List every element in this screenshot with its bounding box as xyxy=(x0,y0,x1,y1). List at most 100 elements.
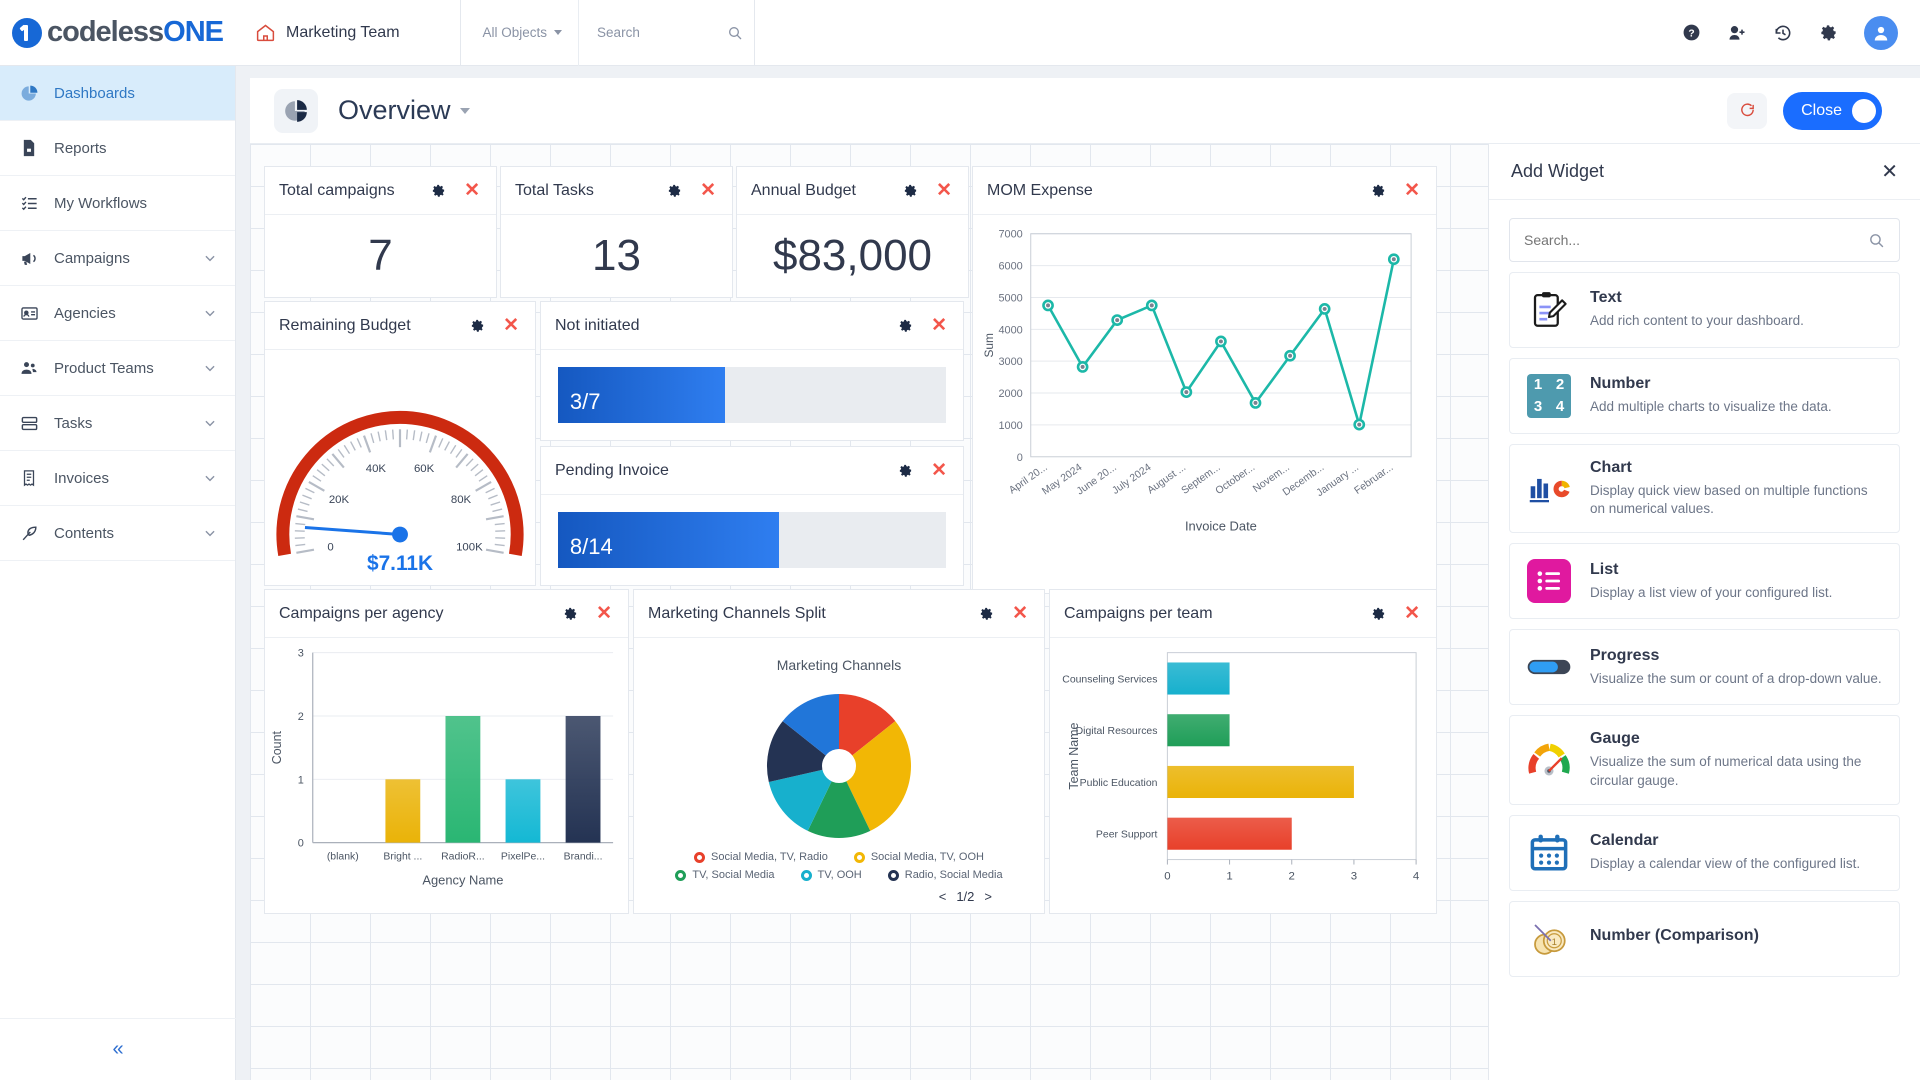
progress-label: 3/7 xyxy=(569,389,601,414)
chevron-down-icon-contents[interactable] xyxy=(203,526,217,540)
dashboard-pie-icon xyxy=(274,88,318,133)
close-icon[interactable]: ✕ xyxy=(931,461,947,480)
close-icon[interactable]: ✕ xyxy=(700,181,716,200)
add-widget-text-wrap: List Display a list view of your configu… xyxy=(1590,561,1883,602)
gear-icon[interactable] xyxy=(1371,183,1386,198)
progress-fill: 8/14 xyxy=(557,512,780,568)
progress-fill: 3/7 xyxy=(557,367,725,423)
gear-icon[interactable] xyxy=(667,183,682,198)
svg-text:Invoice Date: Invoice Date xyxy=(1185,518,1257,533)
brand-logo-wrap[interactable]: codelessONE xyxy=(12,16,224,49)
add-widget-item-list[interactable]: List Display a list view of your configu… xyxy=(1509,543,1900,620)
chevron-down-icon-tasks[interactable] xyxy=(203,416,217,430)
add-widget-search-input[interactable] xyxy=(1524,232,1854,248)
add-user-icon[interactable] xyxy=(1727,23,1747,43)
sidebar-item-agencies[interactable]: Agencies xyxy=(0,286,235,341)
team-name[interactable]: Marketing Team xyxy=(286,24,400,42)
gear-icon[interactable] xyxy=(470,318,485,333)
remaining-budget-gauge: 0 20K 40K 60K 80K 100K $7.11K xyxy=(276,410,524,575)
home-icon[interactable] xyxy=(255,22,276,43)
widget-pending-invoice[interactable]: Pending Invoice ✕ 8/14 xyxy=(540,446,964,586)
add-widget-desc: Visualize the sum or count of a drop-dow… xyxy=(1590,670,1882,686)
widget-annual-budget[interactable]: Annual Budget ✕ $83,000 xyxy=(736,166,969,298)
sidebar-item-invoices[interactable]: Invoices xyxy=(0,451,235,506)
add-widget-item-text[interactable]: Text Add rich content to your dashboard. xyxy=(1509,272,1900,348)
search-icon[interactable] xyxy=(727,25,743,41)
close-toggle-button[interactable]: Close xyxy=(1783,91,1882,130)
gear-icon[interactable] xyxy=(898,318,913,333)
dashboard-actions: Close xyxy=(1727,91,1902,130)
chevron-down-icon-campaigns[interactable] xyxy=(203,251,217,265)
gear-icon[interactable] xyxy=(979,606,994,621)
add-widget-item-progress[interactable]: Progress Visualize the sum or count of a… xyxy=(1509,629,1900,706)
widget-header: Not initiated ✕ xyxy=(541,302,963,350)
legend-label: TV, Social Media xyxy=(692,869,775,881)
help-icon[interactable]: ? xyxy=(1682,23,1701,42)
sidebar-item-campaigns[interactable]: Campaigns xyxy=(0,231,235,286)
legend-item[interactable]: TV, OOH xyxy=(800,869,862,881)
svg-text:100K: 100K xyxy=(456,542,483,554)
widget-marketing-channels-split[interactable]: Marketing Channels Split ✕ Marketing Cha… xyxy=(633,589,1045,914)
sidebar-item-reports[interactable]: Reports xyxy=(0,121,235,176)
sidebar-item-tasks[interactable]: Tasks xyxy=(0,396,235,451)
add-widget-item-calendar[interactable]: Calendar Display a calendar view of the … xyxy=(1509,814,1900,891)
close-icon[interactable]: ✕ xyxy=(503,316,519,335)
gear-icon[interactable] xyxy=(898,463,913,478)
legend-item[interactable]: TV, Social Media xyxy=(675,869,775,881)
chevron-down-icon-product-teams[interactable] xyxy=(203,361,217,375)
close-icon[interactable]: ✕ xyxy=(936,181,952,200)
sidebar-item-contents[interactable]: Contents xyxy=(0,506,235,561)
close-icon[interactable]: ✕ xyxy=(1404,181,1420,200)
svg-text:3: 3 xyxy=(298,648,304,660)
search-input[interactable] xyxy=(597,25,728,40)
gear-icon[interactable] xyxy=(1371,606,1386,621)
widget-body: 7 xyxy=(265,215,496,297)
coins-icon: 1 xyxy=(1526,916,1572,962)
widget-not-initiated[interactable]: Not initiated ✕ 3/7 xyxy=(540,301,964,441)
gear-icon[interactable] xyxy=(431,183,446,198)
svg-text:Brandi...: Brandi... xyxy=(564,852,603,863)
dashboard-header: Overview Close xyxy=(250,78,1920,144)
pager-prev-button[interactable]: < xyxy=(939,889,947,904)
svg-text:Peer Support: Peer Support xyxy=(1096,830,1158,841)
close-icon[interactable]: ✕ xyxy=(464,181,480,200)
gear-icon[interactable] xyxy=(563,606,578,621)
add-widget-item-chart[interactable]: Chart Display quick view based on multip… xyxy=(1509,444,1900,534)
avatar[interactable] xyxy=(1864,15,1898,50)
close-icon[interactable]: ✕ xyxy=(1404,604,1420,623)
widget-remaining-budget[interactable]: Remaining Budget ✕ 0 20K 40K 60K 80K 100K $7.1… xyxy=(264,301,536,586)
widget-total-tasks[interactable]: Total Tasks ✕ 13 xyxy=(500,166,733,298)
close-icon[interactable]: ✕ xyxy=(1012,604,1028,623)
sidebar-item-my-workflows[interactable]: My Workflows xyxy=(0,176,235,231)
sidebar-label-invoices: Invoices xyxy=(54,469,110,487)
legend-item[interactable]: Social Media, TV, OOH xyxy=(853,851,984,863)
svg-text:1000: 1000 xyxy=(998,420,1022,432)
sidebar-item-dashboards[interactable]: Dashboards xyxy=(0,66,235,121)
refresh-button[interactable] xyxy=(1727,92,1768,129)
settings-gear-icon[interactable] xyxy=(1819,23,1838,42)
all-objects-dropdown[interactable]: All Objects xyxy=(461,0,580,66)
close-icon[interactable]: ✕ xyxy=(931,316,947,335)
widget-total-campaigns[interactable]: Total campaigns ✕ 7 xyxy=(264,166,497,298)
chevron-down-icon-invoices[interactable] xyxy=(203,471,217,485)
add-widget-item-number[interactable]: 1 2 3 4 Number Add multiple charts to vi… xyxy=(1509,358,1900,434)
search-icon-add-widget[interactable] xyxy=(1868,232,1885,249)
gear-icon[interactable] xyxy=(903,183,918,198)
checklist-icon xyxy=(18,194,40,213)
widget-campaigns-per-team[interactable]: Campaigns per team ✕ 0 1 2 3 4 Counseling Ser… xyxy=(1049,589,1437,914)
legend-item[interactable]: Social Media, TV, Radio xyxy=(694,851,828,863)
widget-campaigns-per-agency[interactable]: Campaigns per agency ✕ 0 1 2 3 (blank) Bright… xyxy=(264,589,629,914)
sidebar-collapse-button[interactable]: « xyxy=(0,1018,236,1080)
legend-item[interactable]: Radio, Social Media xyxy=(887,869,1003,881)
pager-next-button[interactable]: > xyxy=(984,889,992,904)
add-widget-item-number-comparison[interactable]: 1 Number (Comparison) xyxy=(1509,900,1900,977)
add-widget-item-gauge[interactable]: Gauge Visualize the sum of numerical dat… xyxy=(1509,715,1900,805)
history-icon[interactable] xyxy=(1773,23,1793,43)
chevron-down-icon-dashboard[interactable] xyxy=(459,107,470,114)
widget-mom-expense[interactable]: MOM Expense ✕ 0 1000 2000 3000 4000 5000 6000 7… xyxy=(972,166,1437,594)
chevron-down-icon-agencies[interactable] xyxy=(203,306,217,320)
sidebar-label-tasks: Tasks xyxy=(54,414,93,432)
close-icon[interactable]: ✕ xyxy=(596,604,612,623)
close-icon-add-widget[interactable]: ✕ xyxy=(1881,159,1898,184)
sidebar-item-product-teams[interactable]: Product Teams xyxy=(0,341,235,396)
